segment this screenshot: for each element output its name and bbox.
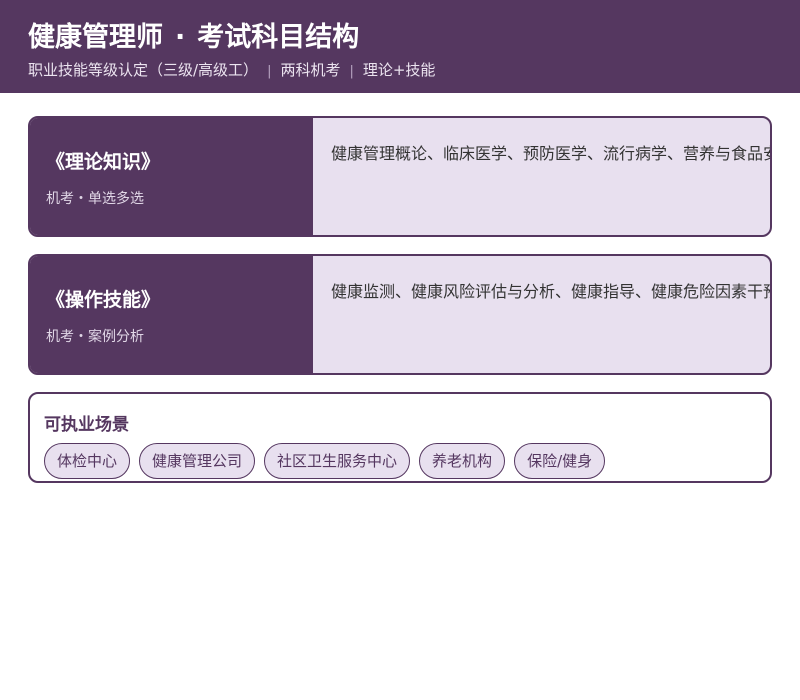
subject-name: 《理论知识》 — [46, 151, 161, 173]
scenario-tag: 社区卫生服务中心 — [264, 443, 411, 479]
subtitle-level: 职业技能等级认定（三级/高级工） — [28, 61, 259, 79]
subject-name: 《操作技能》 — [46, 289, 161, 311]
title-dot: · — [175, 22, 186, 53]
scenarios-card: 可执业场景 体检中心 健康管理公司 社区卫生服务中心 养老机构 保险/健身 — [28, 392, 772, 483]
title-main: 健康管理师 — [28, 22, 163, 53]
scenario-tag: 健康管理公司 — [139, 443, 256, 479]
subject-content: 健康监测、健康风险评估与分析、健康指导、健康危险因素干预 — [331, 282, 770, 301]
scenario-tag: 养老机构 — [419, 443, 506, 479]
content-area: 《理论知识》 机考・单选多选 健康管理概论、临床医学、预防医学、流行病学、营养与… — [0, 93, 800, 483]
page-header: 健康管理师 · 考试科目结构 职业技能等级认定（三级/高级工） | 两科机考 | 理论+技能 — [0, 0, 800, 93]
scenario-tag: 保险/健身 — [514, 443, 606, 479]
subject-card-theory: 《理论知识》 机考・单选多选 健康管理概论、临床医学、预防医学、流行病学、营养与… — [28, 116, 772, 237]
subtitle-separator: | — [349, 64, 354, 79]
title-sub: 考试科目结构 — [197, 22, 360, 53]
scenario-tags: 体检中心 健康管理公司 社区卫生服务中心 养老机构 保险/健身 — [44, 443, 770, 479]
subject-label-panel: 《操作技能》 机考・案例分析 — [30, 256, 313, 373]
subtitle: 职业技能等级认定（三级/高级工） | 两科机考 | 理论+技能 — [28, 59, 772, 80]
subject-content: 健康管理概论、临床医学、预防医学、流行病学、营养与食品安全 — [331, 144, 770, 163]
subject-mode: 机考・单选多选 — [46, 191, 144, 207]
scenario-tag: 体检中心 — [44, 443, 131, 479]
subtitle-exam: 两科机考 — [280, 61, 341, 79]
scenarios-title: 可执业场景 — [44, 415, 129, 435]
subject-card-skills: 《操作技能》 机考・案例分析 健康监测、健康风险评估与分析、健康指导、健康危险因… — [28, 254, 772, 375]
subtitle-separator: | — [267, 64, 272, 79]
subject-mode: 机考・案例分析 — [46, 329, 144, 345]
subject-label-panel: 《理论知识》 机考・单选多选 — [30, 118, 313, 235]
subtitle-content: 理论+技能 — [362, 61, 436, 79]
page-title: 健康管理师 · 考试科目结构 — [28, 0, 772, 56]
